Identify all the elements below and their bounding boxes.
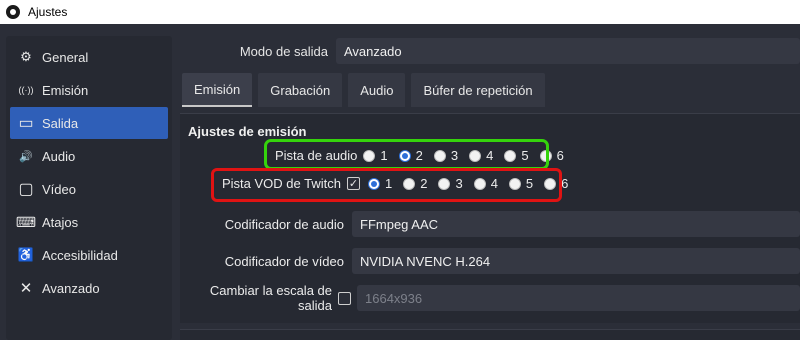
sidebar-item-label: Emisión (42, 82, 89, 98)
sidebar-item-video[interactable]: ▢ Vídeo (10, 173, 168, 205)
audio-encoder-row: Codificador de audio FFmpeg AAC (180, 210, 800, 238)
settings-sidebar: ⚙ General ((·)) Emisión ▭ Salida 🔊 Audio… (6, 36, 172, 340)
green-annotation-outline (264, 139, 549, 170)
sidebar-item-salida[interactable]: ▭ Salida (10, 107, 168, 139)
audio-encoder-label: Codificador de audio (224, 216, 344, 232)
tab-bufer-repeticion[interactable]: Búfer de repetición (411, 73, 545, 107)
sidebar-item-label: Avanzado (42, 280, 100, 296)
sidebar-item-emision[interactable]: ((·)) Emisión (10, 74, 168, 106)
sidebar-item-general[interactable]: ⚙ General (10, 41, 168, 73)
display-icon: ▢ (18, 181, 34, 198)
tab-grabacion[interactable]: Grabación (258, 73, 343, 107)
tab-emision[interactable]: Emisión (182, 73, 253, 107)
sidebar-item-avanzado[interactable]: ✕ Avanzado (10, 272, 168, 304)
output-mode-row: Modo de salida Avanzado (180, 36, 800, 66)
sidebar-item-label: Atajos (42, 214, 79, 230)
wrench-icon: ✕ (19, 280, 33, 297)
radio-label: 6 (556, 148, 564, 163)
red-annotation-outline (211, 168, 562, 202)
next-section-panel (180, 329, 800, 340)
settings-main: Modo de salida Avanzado Emisión Grabació… (180, 24, 800, 340)
streaming-settings-panel: Ajustes de emisión Pista de audio 1 2 3 … (180, 113, 800, 323)
video-encoder-row: Codificador de vídeo NVIDIA NVENC H.264 (180, 247, 800, 275)
sidebar-item-accesibilidad[interactable]: ♿ Accesibilidad (10, 239, 168, 271)
radio-label: 6 (561, 176, 569, 191)
keyboard-icon: ⌨ (15, 213, 37, 230)
output-monitor-icon: ▭ (18, 115, 34, 132)
sidebar-item-atajos[interactable]: ⌨ Atajos (10, 206, 168, 238)
tab-audio[interactable]: Audio (348, 73, 406, 107)
rescale-label-wrap: Cambiar la escala de salida (180, 283, 338, 313)
sidebar-item-label: Vídeo (42, 181, 76, 197)
rescale-row: Cambiar la escala de salida 1664x936 (180, 283, 800, 313)
obs-logo-icon (6, 5, 20, 19)
sidebar-item-label: Audio (42, 148, 76, 164)
sidebar-item-label: General (42, 49, 89, 65)
window-title: Ajustes (28, 5, 68, 19)
rescale-label: Cambiar la escala de salida (209, 283, 332, 313)
output-mode-label: Modo de salida (239, 43, 328, 59)
broadcast-icon: ((·)) (18, 85, 34, 95)
sidebar-item-audio[interactable]: 🔊 Audio (10, 140, 168, 172)
rescale-checkbox[interactable] (338, 291, 351, 305)
video-encoder-label: Codificador de vídeo (224, 253, 344, 269)
accessibility-icon: ♿ (17, 247, 35, 262)
gear-icon: ⚙ (20, 49, 32, 64)
rescale-resolution-select: 1664x936 (357, 285, 800, 311)
section-title: Ajustes de emisión (188, 124, 307, 139)
sidebar-item-label: Accesibilidad (42, 247, 118, 263)
sidebar-item-label: Salida (42, 115, 79, 131)
title-bar: Ajustes (0, 0, 800, 24)
speaker-icon: 🔊 (19, 150, 33, 163)
output-tabs: Emisión Grabación Audio Búfer de repetic… (182, 73, 551, 107)
audio-encoder-select[interactable]: FFmpeg AAC (352, 211, 800, 237)
output-mode-select[interactable]: Avanzado (336, 38, 800, 64)
video-encoder-select[interactable]: NVIDIA NVENC H.264 (352, 248, 800, 274)
